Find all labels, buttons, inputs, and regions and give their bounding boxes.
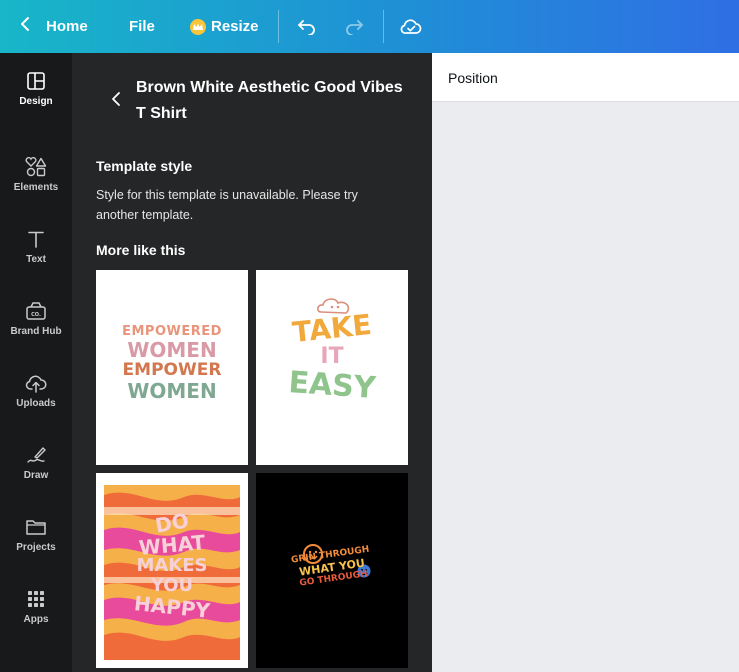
- toolbar-divider: [383, 10, 384, 43]
- undo-icon: [298, 19, 315, 35]
- template-thumbnail[interactable]: GRIN THROUGH WHAT YOU GO THROUGH: [256, 473, 408, 668]
- rail-label-brand-hub: Brand Hub: [10, 326, 62, 337]
- shapes-icon: [25, 157, 47, 177]
- design-panel: Brown White Aesthetic Good Vibes T Shirt…: [72, 53, 432, 672]
- brand-hub-icon: CO.: [26, 302, 46, 320]
- file-label: File: [129, 18, 155, 35]
- crown-icon: [190, 18, 206, 35]
- save-status-button[interactable]: [396, 0, 426, 53]
- side-rail: Design Elements Text CO. Brand Hub Uploa…: [0, 53, 72, 672]
- redo-icon: [346, 19, 363, 35]
- rail-item-projects[interactable]: Projects: [0, 499, 72, 571]
- thumbnail-text: TAKE: [290, 307, 374, 350]
- redo-button[interactable]: [339, 0, 369, 53]
- file-menu-button[interactable]: File: [129, 0, 155, 53]
- canvas-area[interactable]: [432, 102, 739, 672]
- rail-label-draw: Draw: [23, 470, 49, 481]
- apps-grid-icon: [28, 591, 44, 607]
- template-thumbnail[interactable]: DO WHAT MAKES YOU HAPPY: [96, 473, 248, 668]
- home-button[interactable]: Home: [20, 0, 88, 53]
- rail-item-design[interactable]: Design: [0, 53, 72, 125]
- rail-item-elements[interactable]: Elements: [0, 139, 72, 211]
- rail-label-apps: Apps: [23, 614, 49, 625]
- back-button[interactable]: [106, 89, 126, 109]
- thumbnail-text: IT: [320, 344, 344, 369]
- cloud-upload-icon: [25, 375, 47, 393]
- rail-item-uploads[interactable]: Uploads: [0, 355, 72, 427]
- cloud-check-icon: [400, 18, 422, 34]
- rail-item-apps[interactable]: Apps: [0, 571, 72, 643]
- rail-label-text: Text: [26, 254, 46, 265]
- thumbnail-artwork: EMPOWERED WOMEN EMPOWER WOMEN: [96, 325, 248, 401]
- resize-button[interactable]: Resize: [190, 0, 259, 53]
- top-toolbar: Home File Resize: [0, 0, 739, 53]
- rail-item-text[interactable]: Text: [0, 211, 72, 283]
- rail-item-draw[interactable]: Draw: [0, 427, 72, 499]
- rail-label-elements: Elements: [13, 182, 59, 193]
- template-style-heading: Template style: [96, 158, 193, 174]
- thumbnail-text: EASY: [287, 365, 377, 406]
- thumbnail-text: EMPOWERED: [122, 324, 222, 339]
- rail-item-brand-hub[interactable]: CO. Brand Hub: [0, 283, 72, 355]
- undo-button[interactable]: [292, 0, 322, 53]
- rail-label-design: Design: [19, 96, 53, 107]
- resize-label: Resize: [211, 18, 259, 35]
- thumbnail-text: EMPOWER: [122, 360, 222, 380]
- home-label: Home: [46, 18, 88, 35]
- rail-label-uploads: Uploads: [16, 398, 56, 409]
- template-title: Brown White Aesthetic Good Vibes T Shirt: [136, 79, 403, 122]
- thumbnail-artwork: TAKE IT EASY: [256, 308, 408, 406]
- template-thumbnail[interactable]: EMPOWERED WOMEN EMPOWER WOMEN: [96, 270, 248, 465]
- rail-label-projects: Projects: [16, 542, 56, 553]
- context-toolbar: Position: [432, 53, 739, 102]
- layout-icon: [27, 72, 45, 90]
- thumbnail-artwork: GRIN THROUGH WHAT YOU GO THROUGH: [256, 541, 408, 595]
- thumbnail-text: WOMEN: [127, 338, 217, 362]
- chevron-left-icon: [20, 15, 30, 38]
- toolbar-divider: [278, 10, 279, 43]
- thumbnail-text: WOMEN: [127, 379, 217, 403]
- template-thumbnail[interactable]: TAKE IT EASY: [256, 270, 408, 465]
- draw-icon: [27, 447, 46, 463]
- svg-text:CO.: CO.: [31, 312, 41, 318]
- thumbnail-artwork: DO WHAT MAKES YOU HAPPY: [96, 508, 248, 623]
- position-button[interactable]: Position: [448, 70, 498, 86]
- more-like-this-heading: More like this: [96, 242, 186, 258]
- template-style-message: Style for this template is unavailable. …: [96, 188, 358, 222]
- chevron-left-icon: [112, 92, 120, 106]
- folder-icon: [26, 520, 46, 535]
- text-icon: [28, 231, 44, 248]
